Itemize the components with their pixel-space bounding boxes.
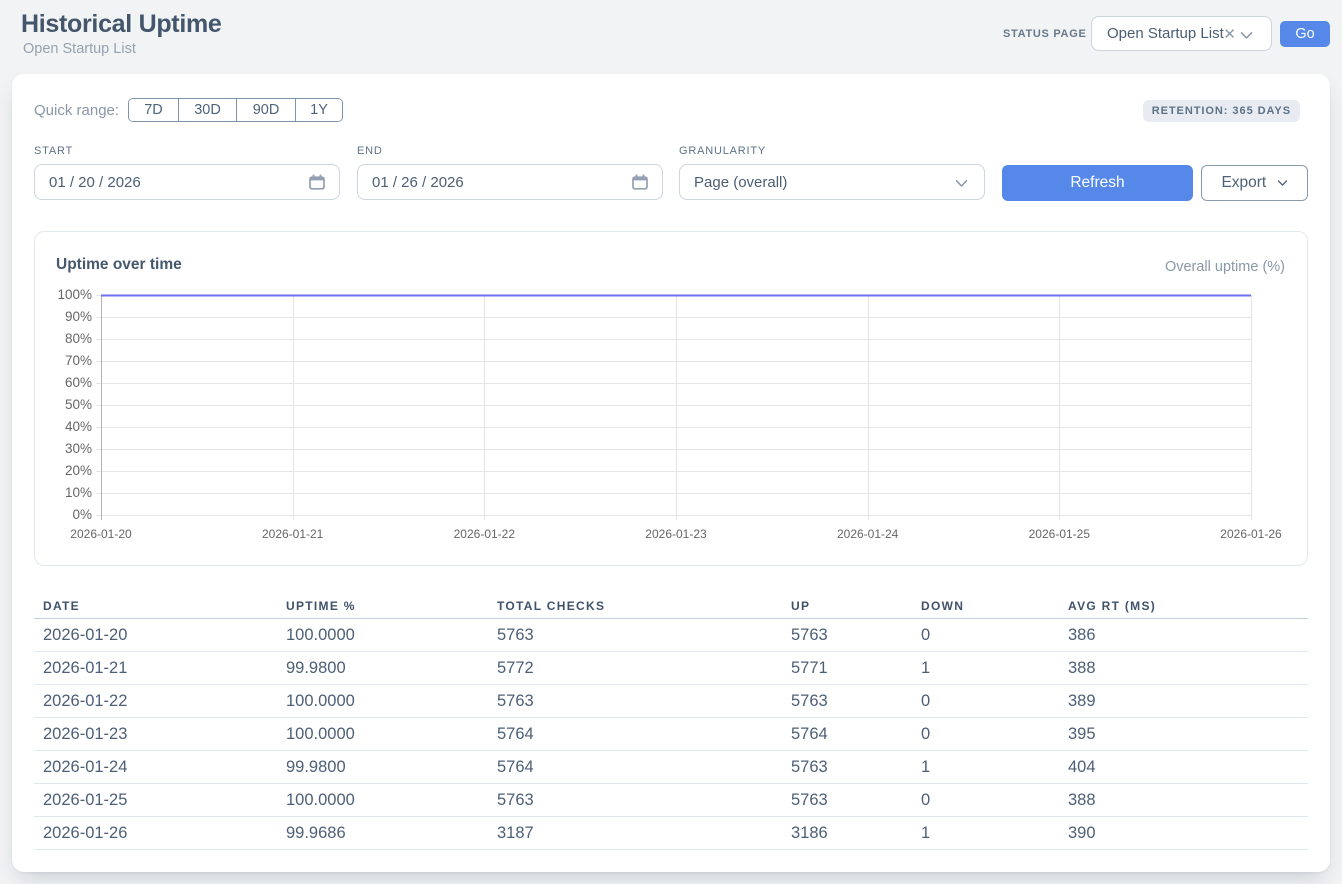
svg-text:2026-01-25: 2026-01-25 (1029, 527, 1091, 541)
svg-text:50%: 50% (65, 397, 92, 412)
svg-text:2026-01-23: 2026-01-23 (645, 527, 707, 541)
svg-text:100%: 100% (57, 287, 92, 302)
svg-text:40%: 40% (65, 419, 92, 434)
svg-text:2026-01-21: 2026-01-21 (262, 527, 324, 541)
svg-text:20%: 20% (65, 463, 92, 478)
svg-text:2026-01-22: 2026-01-22 (454, 527, 516, 541)
svg-text:2026-01-26: 2026-01-26 (1220, 527, 1282, 541)
svg-text:60%: 60% (65, 375, 92, 390)
svg-text:70%: 70% (65, 353, 92, 368)
svg-text:80%: 80% (65, 331, 92, 346)
svg-text:0%: 0% (72, 507, 92, 522)
svg-text:90%: 90% (65, 309, 92, 324)
svg-text:2026-01-24: 2026-01-24 (837, 527, 899, 541)
svg-text:30%: 30% (65, 441, 92, 456)
svg-text:10%: 10% (65, 485, 92, 500)
svg-text:2026-01-20: 2026-01-20 (70, 527, 132, 541)
